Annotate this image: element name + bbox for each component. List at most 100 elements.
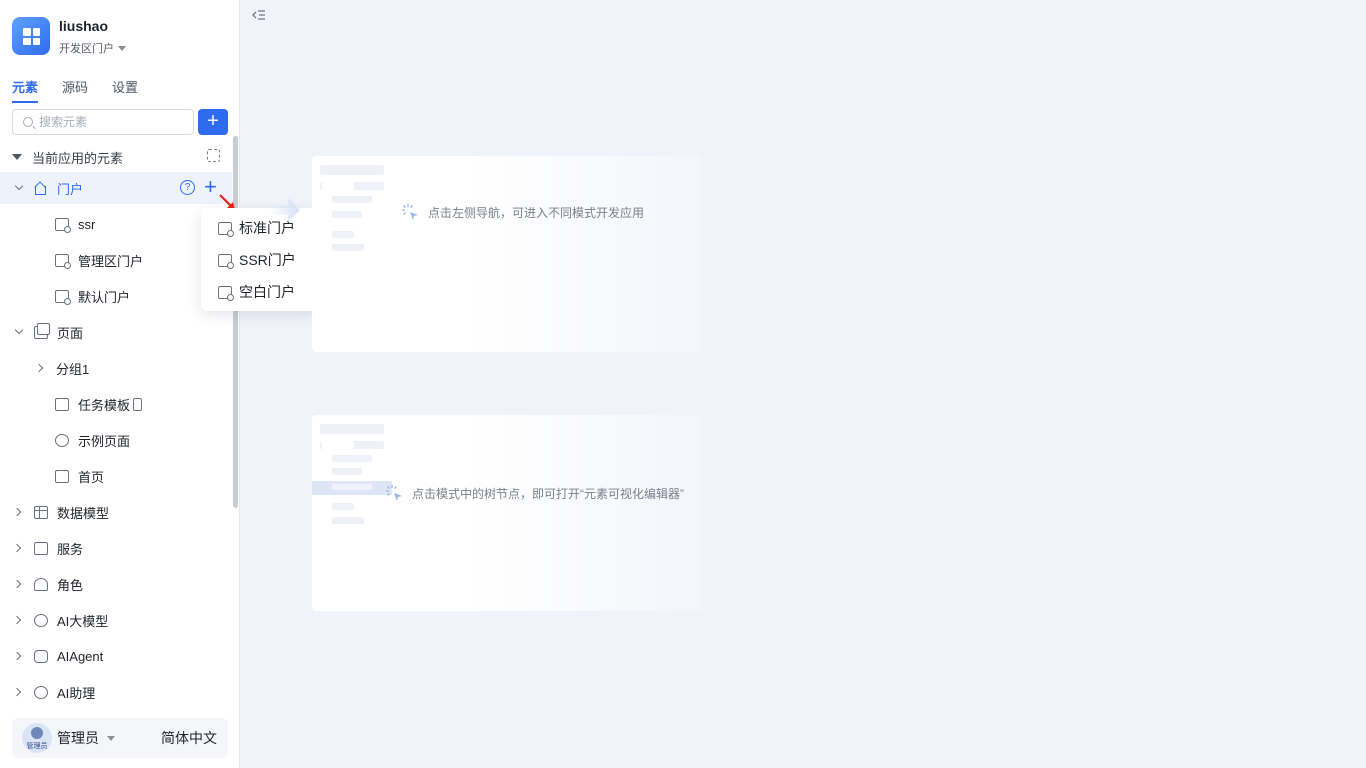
- chevron-right-icon[interactable]: [14, 579, 24, 589]
- collapse-sidebar-icon[interactable]: [252, 10, 266, 22]
- ai-assistant-icon: [34, 685, 48, 699]
- app-switcher[interactable]: 开发区门户: [59, 40, 126, 56]
- tree-item-label: 页面: [57, 325, 84, 341]
- tree-item-portal[interactable]: 门户 ? +: [0, 172, 232, 204]
- monitor-icon: [218, 253, 234, 269]
- tab-source[interactable]: 源码: [62, 77, 88, 103]
- hint-left-nav: 点击左侧导航，可进入不同模式开发应用: [400, 202, 644, 222]
- tree-item-label: 角色: [57, 577, 84, 593]
- tree-item-label: 服务: [57, 541, 84, 557]
- tree-item-role[interactable]: 角色: [14, 568, 83, 600]
- tree-item-task-template[interactable]: 任务模板: [55, 388, 143, 420]
- tree-item-group1[interactable]: 分组1: [36, 352, 89, 384]
- clipboard-check-icon: [55, 397, 69, 411]
- monitor-icon: [55, 253, 71, 269]
- click-cursor-icon: [386, 485, 402, 501]
- menu-item-standard-portal[interactable]: 标准门户: [201, 212, 317, 244]
- tree-item-ai-model[interactable]: AI大模型: [14, 604, 108, 636]
- menu-item-label: 标准门户: [239, 220, 295, 236]
- tree-item-pages[interactable]: 页面: [14, 316, 83, 348]
- monitor-icon: [55, 217, 71, 233]
- chevron-right-icon[interactable]: [14, 615, 24, 625]
- hint-card-tree: 点击模式中的树节点，即可打开“元素可视化编辑器”: [312, 415, 702, 611]
- caret-down-icon[interactable]: [107, 735, 115, 741]
- user-menu[interactable]: 管理员: [57, 728, 99, 748]
- avatar[interactable]: 管理员: [22, 723, 52, 753]
- locate-icon[interactable]: [207, 149, 220, 162]
- service-icon: [34, 541, 48, 555]
- monitor-icon: [55, 289, 71, 305]
- tree-item-ai-agent[interactable]: AIAgent: [14, 640, 103, 672]
- tree-item-label: 任务模板: [78, 397, 131, 413]
- tree-header-label: 当前应用的元素: [32, 150, 124, 166]
- table-icon: [34, 505, 48, 519]
- app-header: liushao 开发区门户: [12, 17, 126, 56]
- tree-item-label: AI大模型: [57, 613, 109, 629]
- tree-item-ai-assistant[interactable]: AI助理: [14, 676, 95, 708]
- search-box[interactable]: [12, 109, 194, 135]
- menu-item-label: SSR门户: [239, 252, 296, 268]
- robot-icon: [34, 649, 48, 663]
- add-element-button[interactable]: +: [198, 109, 228, 135]
- hint-card-nav: 点击左侧导航，可进入不同模式开发应用: [312, 156, 702, 352]
- search-input[interactable]: [39, 115, 179, 129]
- home-icon: [34, 182, 48, 195]
- hint-tree-node: 点击模式中的树节点，即可打开“元素可视化编辑器”: [384, 483, 684, 503]
- search-icon: [23, 117, 33, 127]
- sidebar-tabs: 元素 源码 设置: [12, 77, 138, 103]
- tree-item-label: 管理区门户: [78, 253, 144, 269]
- caret-down-icon: [118, 45, 126, 51]
- tab-elements[interactable]: 元素: [12, 77, 39, 103]
- app-subtitle: 开发区门户: [59, 43, 114, 55]
- tree-item-label: 数据模型: [57, 505, 110, 521]
- document-icon: [55, 469, 69, 483]
- tree-item-label: AIAgent: [57, 648, 104, 664]
- chevron-right-icon[interactable]: [36, 363, 46, 373]
- mobile-icon: [133, 397, 143, 411]
- menu-item-ssr-portal[interactable]: SSR门户: [201, 244, 317, 276]
- chevron-down-icon[interactable]: [14, 327, 24, 337]
- sidebar-scrollbar[interactable]: [233, 136, 238, 508]
- tree-item-admin-portal[interactable]: 管理区门户: [55, 244, 143, 276]
- hexagon-model-icon: [34, 613, 48, 627]
- help-icon[interactable]: ?: [180, 180, 195, 195]
- tree-item-label: ssr: [78, 216, 96, 232]
- sidebar: liushao 开发区门户 元素 源码 设置 + 当前应用的元素 门户 ? + …: [0, 0, 240, 768]
- tree-item-label: 分组1: [56, 361, 90, 377]
- tree-item-sample-page[interactable]: 示例页面: [55, 424, 130, 456]
- add-portal-dropdown: 标准门户 SSR门户 空白门户: [201, 208, 317, 311]
- tree-item-ssr[interactable]: ssr: [55, 208, 95, 240]
- tree-item-label: 示例页面: [78, 433, 131, 449]
- user-bar: 管理员 管理员 简体中文: [12, 718, 228, 758]
- app-name: liushao: [59, 18, 109, 34]
- monitor-icon: [218, 285, 234, 301]
- tree-item-service[interactable]: 服务: [14, 532, 83, 564]
- menu-item-blank-portal[interactable]: 空白门户: [201, 276, 317, 308]
- add-portal-icon[interactable]: +: [204, 175, 217, 199]
- app-logo-icon[interactable]: [12, 17, 50, 55]
- language-switcher[interactable]: 简体中文: [161, 728, 217, 748]
- tree-header[interactable]: 当前应用的元素: [12, 147, 222, 167]
- hint-text: 点击左侧导航，可进入不同模式开发应用: [428, 205, 645, 220]
- tree-item-label: 默认门户: [78, 289, 131, 305]
- chevron-right-icon[interactable]: [14, 651, 24, 661]
- tree-item-default-portal[interactable]: 默认门户: [55, 280, 130, 312]
- click-cursor-icon: [402, 204, 418, 220]
- monitor-icon: [218, 221, 234, 237]
- pages-icon: [34, 322, 50, 339]
- hint-text: 点击模式中的树节点，即可打开“元素可视化编辑器”: [412, 486, 684, 501]
- tree-item-label: 首页: [78, 469, 105, 485]
- tree-item-home[interactable]: 首页: [55, 460, 104, 492]
- user-role-icon: [34, 577, 48, 591]
- globe-page-icon: [55, 433, 69, 447]
- tab-settings[interactable]: 设置: [112, 77, 138, 103]
- chevron-right-icon[interactable]: [14, 687, 24, 697]
- tree-item-data-model[interactable]: 数据模型: [14, 496, 109, 528]
- avatar-tag: 管理员: [26, 743, 48, 750]
- chevron-right-icon[interactable]: [14, 543, 24, 553]
- chevron-down-icon[interactable]: [14, 183, 24, 193]
- tree-item-label: AI助理: [57, 685, 96, 701]
- menu-item-label: 空白门户: [239, 284, 295, 300]
- chevron-right-icon[interactable]: [14, 507, 24, 517]
- tree-item-label: 门户: [57, 181, 84, 197]
